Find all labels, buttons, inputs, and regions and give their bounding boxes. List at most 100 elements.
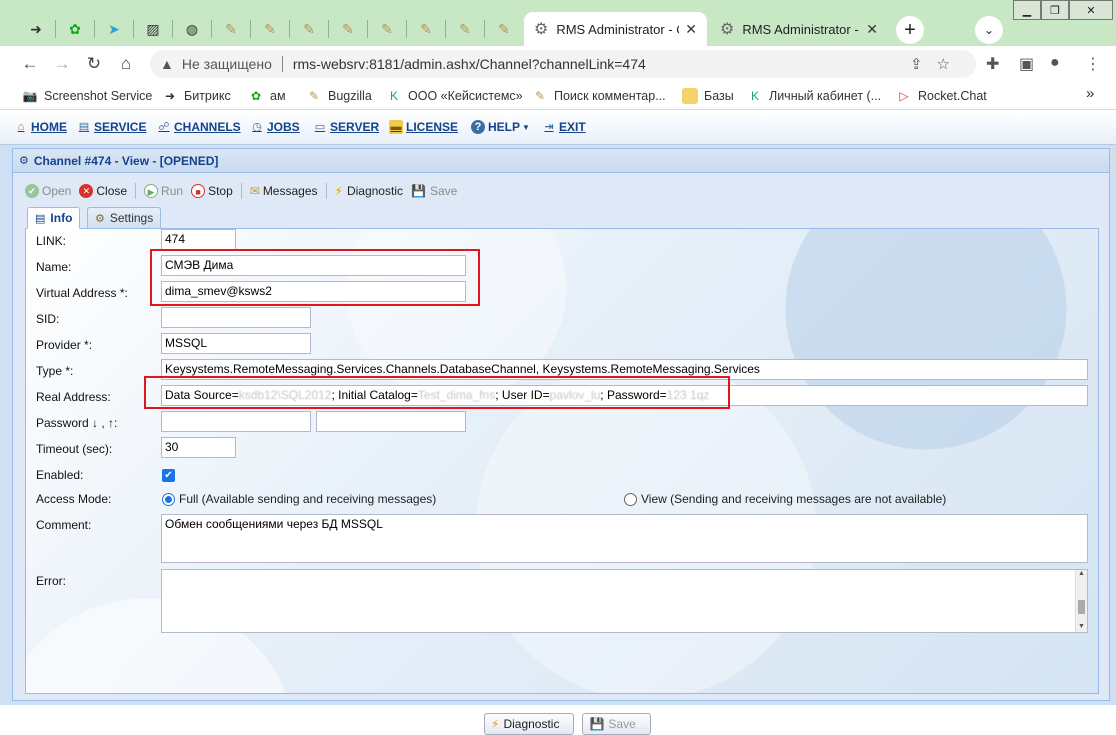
bug-icon: ✎ xyxy=(381,20,393,37)
pinned-tab-12[interactable]: ✎ xyxy=(453,17,477,41)
scroll-thumb[interactable] xyxy=(1078,600,1085,614)
close-window-button[interactable]: ✕ xyxy=(1069,0,1113,20)
password-confirm-field[interactable] xyxy=(316,411,466,432)
telegram-icon: ➤ xyxy=(108,20,120,37)
bookmark-item[interactable]: K Личный кабинет (... xyxy=(747,88,881,104)
pinned-tab-10[interactable]: ✎ xyxy=(375,17,399,41)
error-scrollbar[interactable]: ▲ ▼ xyxy=(1075,570,1087,632)
timeout-field[interactable]: 30 xyxy=(161,437,236,458)
provider-field[interactable]: MSSQL xyxy=(161,333,311,354)
tab-divider xyxy=(289,20,290,38)
panel-icon: ⚙ xyxy=(19,155,29,167)
comment-textarea[interactable]: Обмен сообщениями через БД MSSQL xyxy=(161,514,1088,563)
panel-toolbar: ✔ Open ✕ Close ▶ Run ■ Stop ✉ Messages ⚡ Diagn… xyxy=(25,178,1099,203)
star-icon[interactable]: ☆ xyxy=(937,56,964,73)
stop-button[interactable]: ■ Stop xyxy=(191,183,233,198)
tab-divider xyxy=(172,20,173,38)
close-tab-icon[interactable]: ✕ xyxy=(866,21,878,38)
sid-field[interactable] xyxy=(161,307,311,328)
bookmark-label: ам xyxy=(270,89,286,103)
tab-divider xyxy=(211,20,212,38)
scroll-down-icon[interactable]: ▼ xyxy=(1076,623,1087,630)
messages-button[interactable]: ✉ Messages xyxy=(250,184,318,198)
browser-tab[interactable]: ⚙ RMS Administrator - N ✕ xyxy=(710,12,888,46)
pinned-tab-9[interactable]: ✎ xyxy=(336,17,360,41)
menu-help[interactable]: ? HELP ▼ xyxy=(471,120,530,134)
browser-tab-strip: ➜ ✿ ➤ ▨ ◍ ✎ ✎ ✎ ✎ ✎ ✎ ✎ ✎ ⚙ RMS Administ… xyxy=(0,0,1116,46)
toolbar-separator xyxy=(240,182,242,199)
open-button[interactable]: ✔ Open xyxy=(25,183,71,198)
bookmark-item[interactable]: ✎ Поиск комментар... xyxy=(532,88,666,104)
bug-icon: ✎ xyxy=(534,89,546,103)
back-button[interactable]: ← xyxy=(18,52,42,76)
run-button[interactable]: ▶ Run xyxy=(144,183,184,198)
share-icon[interactable]: ⇪ xyxy=(910,56,937,73)
forward-button[interactable]: → xyxy=(50,52,74,76)
menu-service[interactable]: ▤ SERVICE xyxy=(77,120,147,134)
maximize-button[interactable]: ❐ xyxy=(1041,0,1069,20)
url-text[interactable]: rms-websrv:8181/admin.ashx/Channel?chann… xyxy=(293,56,646,72)
pinned-tab-2[interactable]: ✿ xyxy=(63,17,87,41)
enabled-checkbox[interactable]: ✔ xyxy=(162,469,175,482)
bookmark-item[interactable]: K ООО «Кейсистемс» xyxy=(386,88,523,104)
bookmark-item[interactable]: 📷 Screenshot Service xyxy=(22,88,153,104)
restore-icon: ❐ xyxy=(1050,4,1060,17)
pinned-tab-8[interactable]: ✎ xyxy=(297,17,321,41)
scroll-up-icon[interactable]: ▲ xyxy=(1076,570,1087,577)
bookmark-item[interactable]: Базы xyxy=(682,88,734,104)
link-field[interactable]: 474 xyxy=(161,229,236,250)
pinned-tab-7[interactable]: ✎ xyxy=(258,17,282,41)
provider-label: Provider *: xyxy=(36,338,93,352)
access-full-radio[interactable]: Full (Available sending and receiving me… xyxy=(162,492,436,506)
address-bar[interactable]: ▲ Не защищено rms-websrv:8181/admin.ashx… xyxy=(150,50,976,78)
pinned-tab-11[interactable]: ✎ xyxy=(414,17,438,41)
menu-home[interactable]: ⌂ HOME xyxy=(14,120,67,134)
pinned-tab-1[interactable]: ➜ xyxy=(24,17,48,41)
reload-button[interactable]: ↻ xyxy=(82,52,106,76)
kebab-menu-icon[interactable]: ⋮ xyxy=(1085,54,1101,74)
extensions-icon[interactable]: ✚ xyxy=(986,54,999,74)
tab-divider xyxy=(94,20,95,38)
bookmark-label: Screenshot Service xyxy=(44,89,153,103)
main-menu: ⌂ HOME ▤ SERVICE ☍ CHANNELS ◷ JOBS ▭ SERVER ▬… xyxy=(0,111,1116,145)
menu-jobs[interactable]: ◷ JOBS xyxy=(250,120,300,134)
diagnostic-footer-button[interactable]: ⚡ Diagnostic xyxy=(484,713,575,735)
error-textarea[interactable]: ▲ ▼ xyxy=(161,569,1088,633)
tab-info[interactable]: ▤ Info xyxy=(27,207,81,229)
minimize-button[interactable]: ▁ xyxy=(1013,0,1041,20)
close-channel-button[interactable]: ✕ Close xyxy=(79,183,127,198)
pinned-tab-4[interactable]: ▨ xyxy=(141,17,165,41)
tab-search-button[interactable]: ⌄ xyxy=(975,16,1003,44)
access-mode-label: Access Mode: xyxy=(36,492,112,506)
sid-label: SID: xyxy=(36,312,60,326)
pinned-tab-3[interactable]: ➤ xyxy=(102,17,126,41)
menu-server[interactable]: ▭ SERVER xyxy=(313,120,379,134)
profile-avatar-icon[interactable]: ● xyxy=(1050,54,1060,72)
tab-settings[interactable]: ⚙ Settings xyxy=(87,207,162,229)
bug-icon: ✎ xyxy=(303,20,315,37)
password-field[interactable] xyxy=(161,411,311,432)
bookmark-item[interactable]: ➜ Битрикс xyxy=(162,88,231,104)
bookmarks-overflow-button[interactable]: » xyxy=(1086,85,1094,102)
chevron-down-icon: ⌄ xyxy=(983,23,995,37)
save-toolbar-button[interactable]: 💾 Save xyxy=(411,184,457,198)
pinned-tab-13[interactable]: ✎ xyxy=(492,17,516,41)
bookmark-item[interactable]: ✿ ам xyxy=(248,88,286,104)
side-panel-icon[interactable]: ▣ xyxy=(1019,54,1034,74)
menu-channels[interactable]: ☍ CHANNELS xyxy=(157,120,240,134)
pinned-tab-5[interactable]: ◍ xyxy=(180,17,204,41)
new-tab-button[interactable]: + xyxy=(896,16,924,44)
run-button-label: Run xyxy=(161,183,184,198)
pinned-tab-6[interactable]: ✎ xyxy=(219,17,243,41)
bookmark-item[interactable]: ▷ Rocket.Chat xyxy=(896,88,986,104)
menu-license[interactable]: ▬ LICENSE xyxy=(389,120,458,134)
menu-exit[interactable]: ⇥ EXIT xyxy=(542,120,585,134)
bookmark-item[interactable]: ✎ Bugzilla xyxy=(306,88,372,104)
diagnostic-button[interactable]: ⚡ Diagnostic xyxy=(335,184,403,198)
close-tab-icon[interactable]: ✕ xyxy=(685,21,697,38)
access-view-radio[interactable]: View (Sending and receiving messages are… xyxy=(624,492,946,506)
home-button[interactable]: ⌂ xyxy=(114,52,138,76)
browser-tab-active[interactable]: ⚙ RMS Administrator - C ✕ xyxy=(524,12,707,46)
save-footer-button[interactable]: 💾 Save xyxy=(582,713,651,735)
lightning-icon: ⚡ xyxy=(491,717,500,731)
